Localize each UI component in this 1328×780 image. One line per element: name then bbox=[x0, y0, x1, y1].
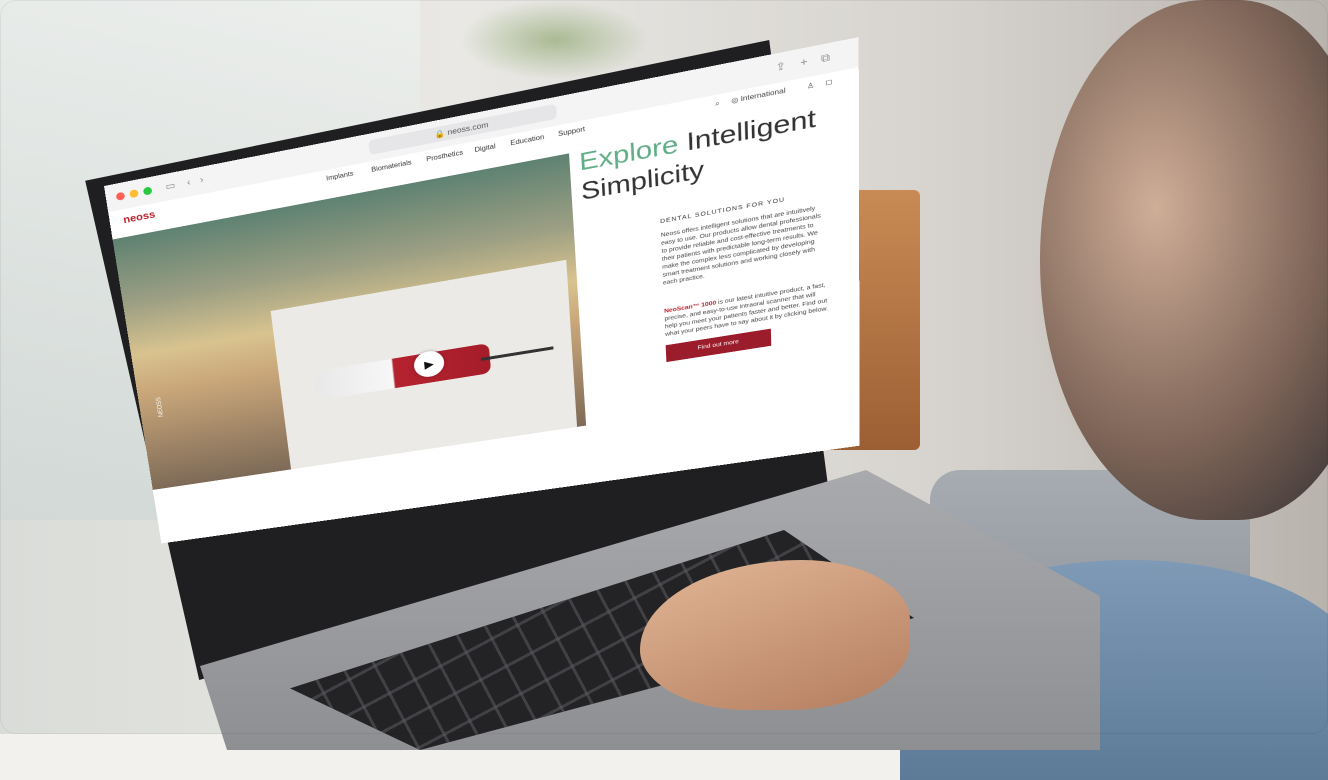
close-window-button[interactable] bbox=[115, 191, 126, 201]
zoom-window-button[interactable] bbox=[142, 186, 153, 196]
back-icon[interactable]: ‹ bbox=[186, 176, 191, 188]
tabs-overview-icon[interactable]: ⧉ bbox=[821, 51, 830, 66]
user-icon[interactable]: ♙ bbox=[807, 81, 814, 90]
lock-icon: 🔒 bbox=[434, 128, 446, 140]
minimize-window-button[interactable] bbox=[129, 188, 139, 199]
url-text: neoss.com bbox=[447, 120, 489, 137]
forward-icon[interactable]: › bbox=[199, 174, 204, 186]
search-icon[interactable]: ⌕ bbox=[715, 99, 720, 108]
plant-blur bbox=[460, 0, 650, 80]
share-icon[interactable]: ⇪ bbox=[775, 59, 786, 73]
sidebar-icon[interactable]: ▭ bbox=[165, 179, 176, 192]
cart-icon[interactable]: ◻ bbox=[825, 78, 832, 87]
product-paragraph: NeoScan™ 1000 is our latest intuitive pr… bbox=[664, 281, 830, 339]
new-tab-icon[interactable]: + bbox=[800, 55, 807, 69]
play-icon: ▶ bbox=[423, 356, 435, 371]
